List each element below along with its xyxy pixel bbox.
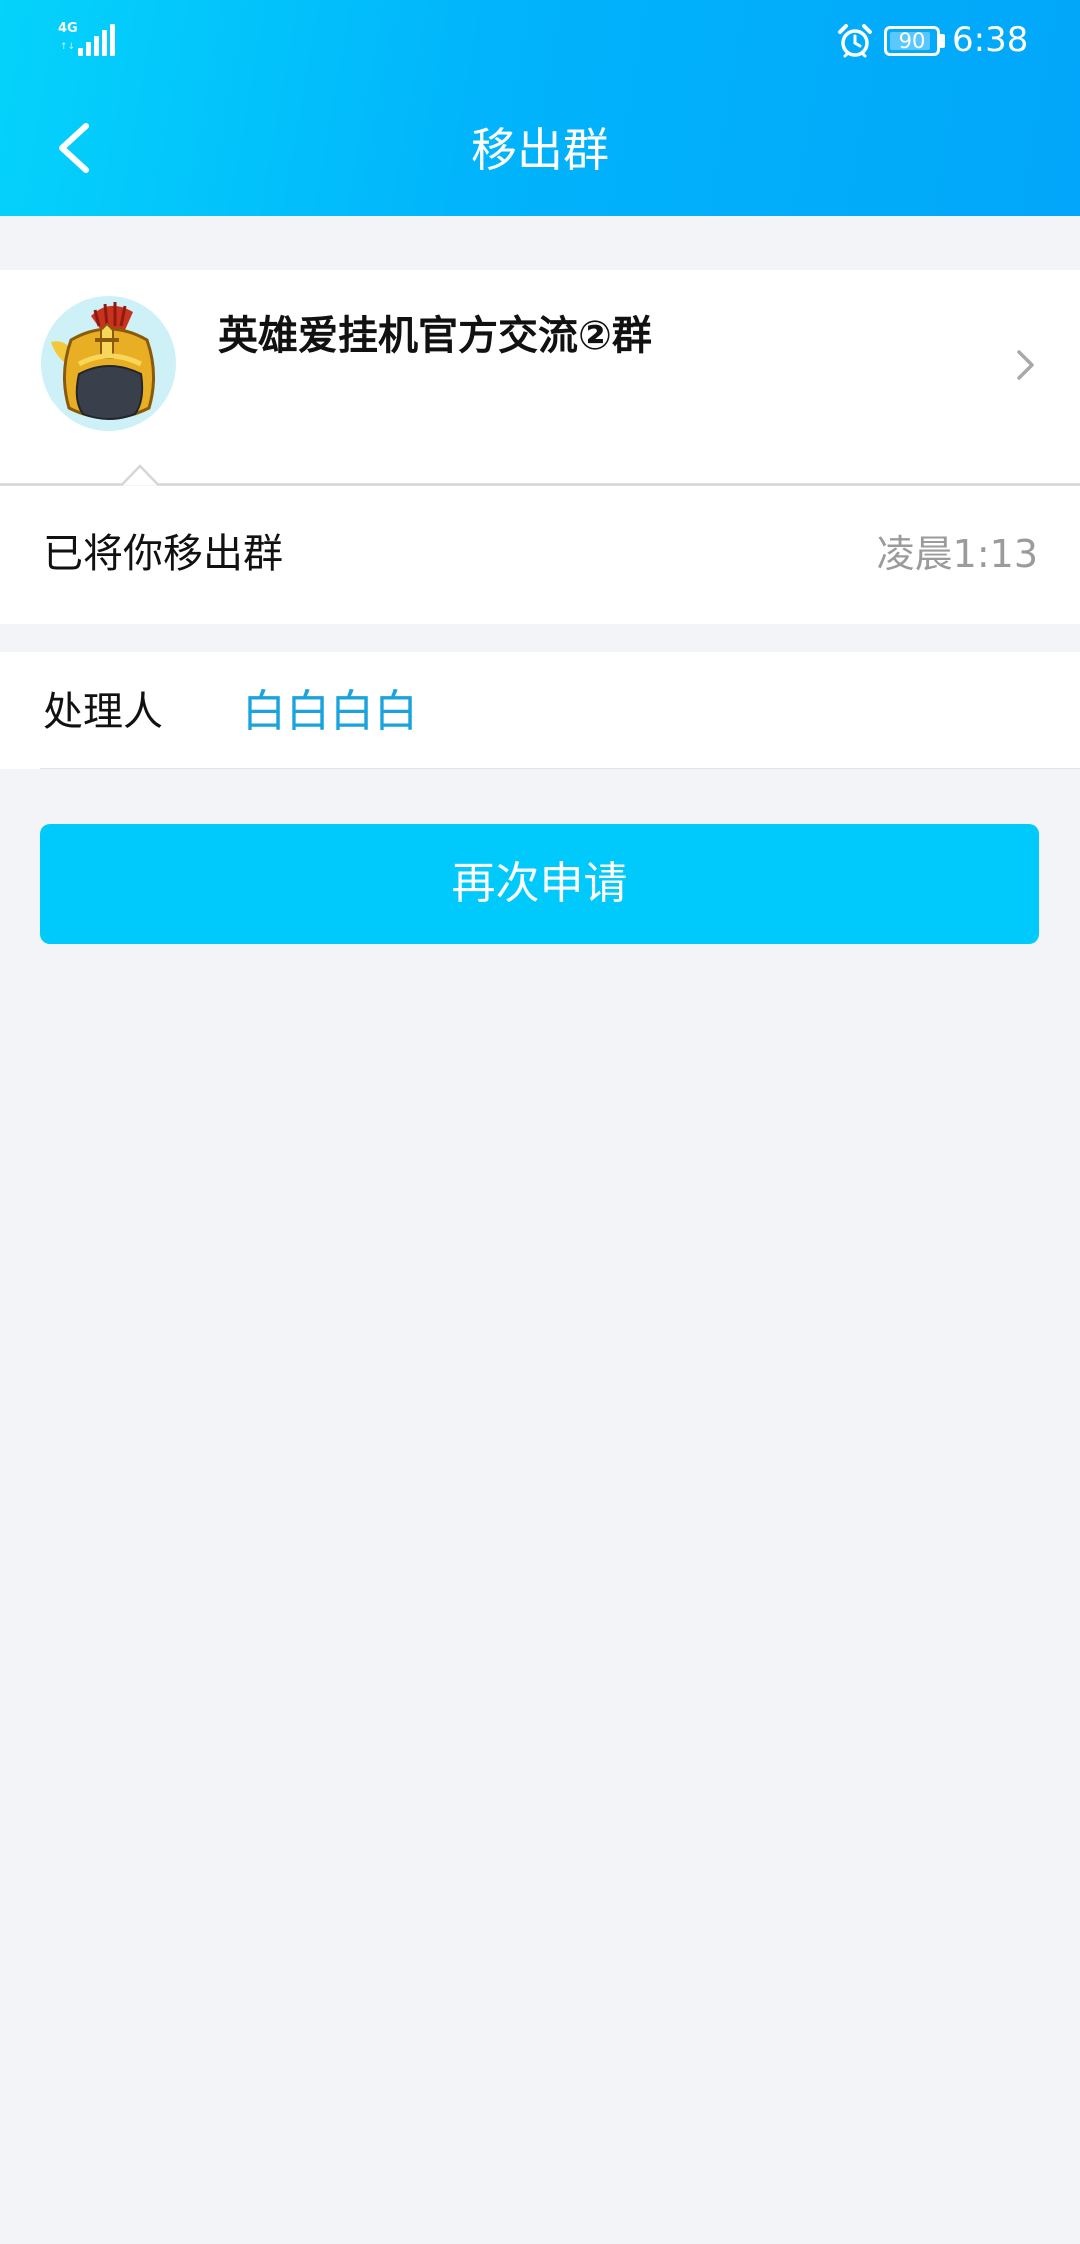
- network-type: 4G: [58, 21, 78, 36]
- removal-message: 已将你移出群: [43, 531, 283, 577]
- alarm-icon: [838, 24, 872, 58]
- group-name: 英雄爱挂机官方交流②群: [218, 313, 652, 359]
- handler-name-link[interactable]: 白白白白: [242, 682, 418, 742]
- data-activity-indicator: ↑↓: [60, 42, 76, 52]
- removal-notice-row: 已将你移出群 凌晨1:13: [0, 486, 1080, 624]
- group-card[interactable]: 英雄爱挂机官方交流②群: [0, 270, 1080, 485]
- battery-tip: [940, 34, 945, 48]
- status-time: 6:38: [952, 20, 1029, 60]
- page-title: 移出群: [471, 123, 609, 177]
- chevron-right-icon[interactable]: [1005, 340, 1045, 390]
- card-divider: [0, 464, 1080, 486]
- reapply-button[interactable]: 再次申请: [40, 824, 1039, 944]
- group-avatar: [41, 296, 176, 431]
- app-header: 4G ↑↓ 90 6:38 移出群: [0, 0, 1080, 216]
- removal-time: 凌晨1:13: [876, 532, 1038, 576]
- cellular-signal-icon: 4G ↑↓: [58, 21, 115, 58]
- handler-label: 处理人: [43, 689, 163, 735]
- status-bar: 4G ↑↓ 90 6:38: [0, 0, 1080, 80]
- handler-divider: [40, 768, 1080, 769]
- knight-helmet-icon: [41, 296, 175, 430]
- handler-row: 处理人 白白白白: [0, 652, 1080, 769]
- battery-icon: 90: [884, 26, 940, 56]
- signal-bars: [78, 22, 115, 56]
- battery-level: 90: [898, 29, 926, 53]
